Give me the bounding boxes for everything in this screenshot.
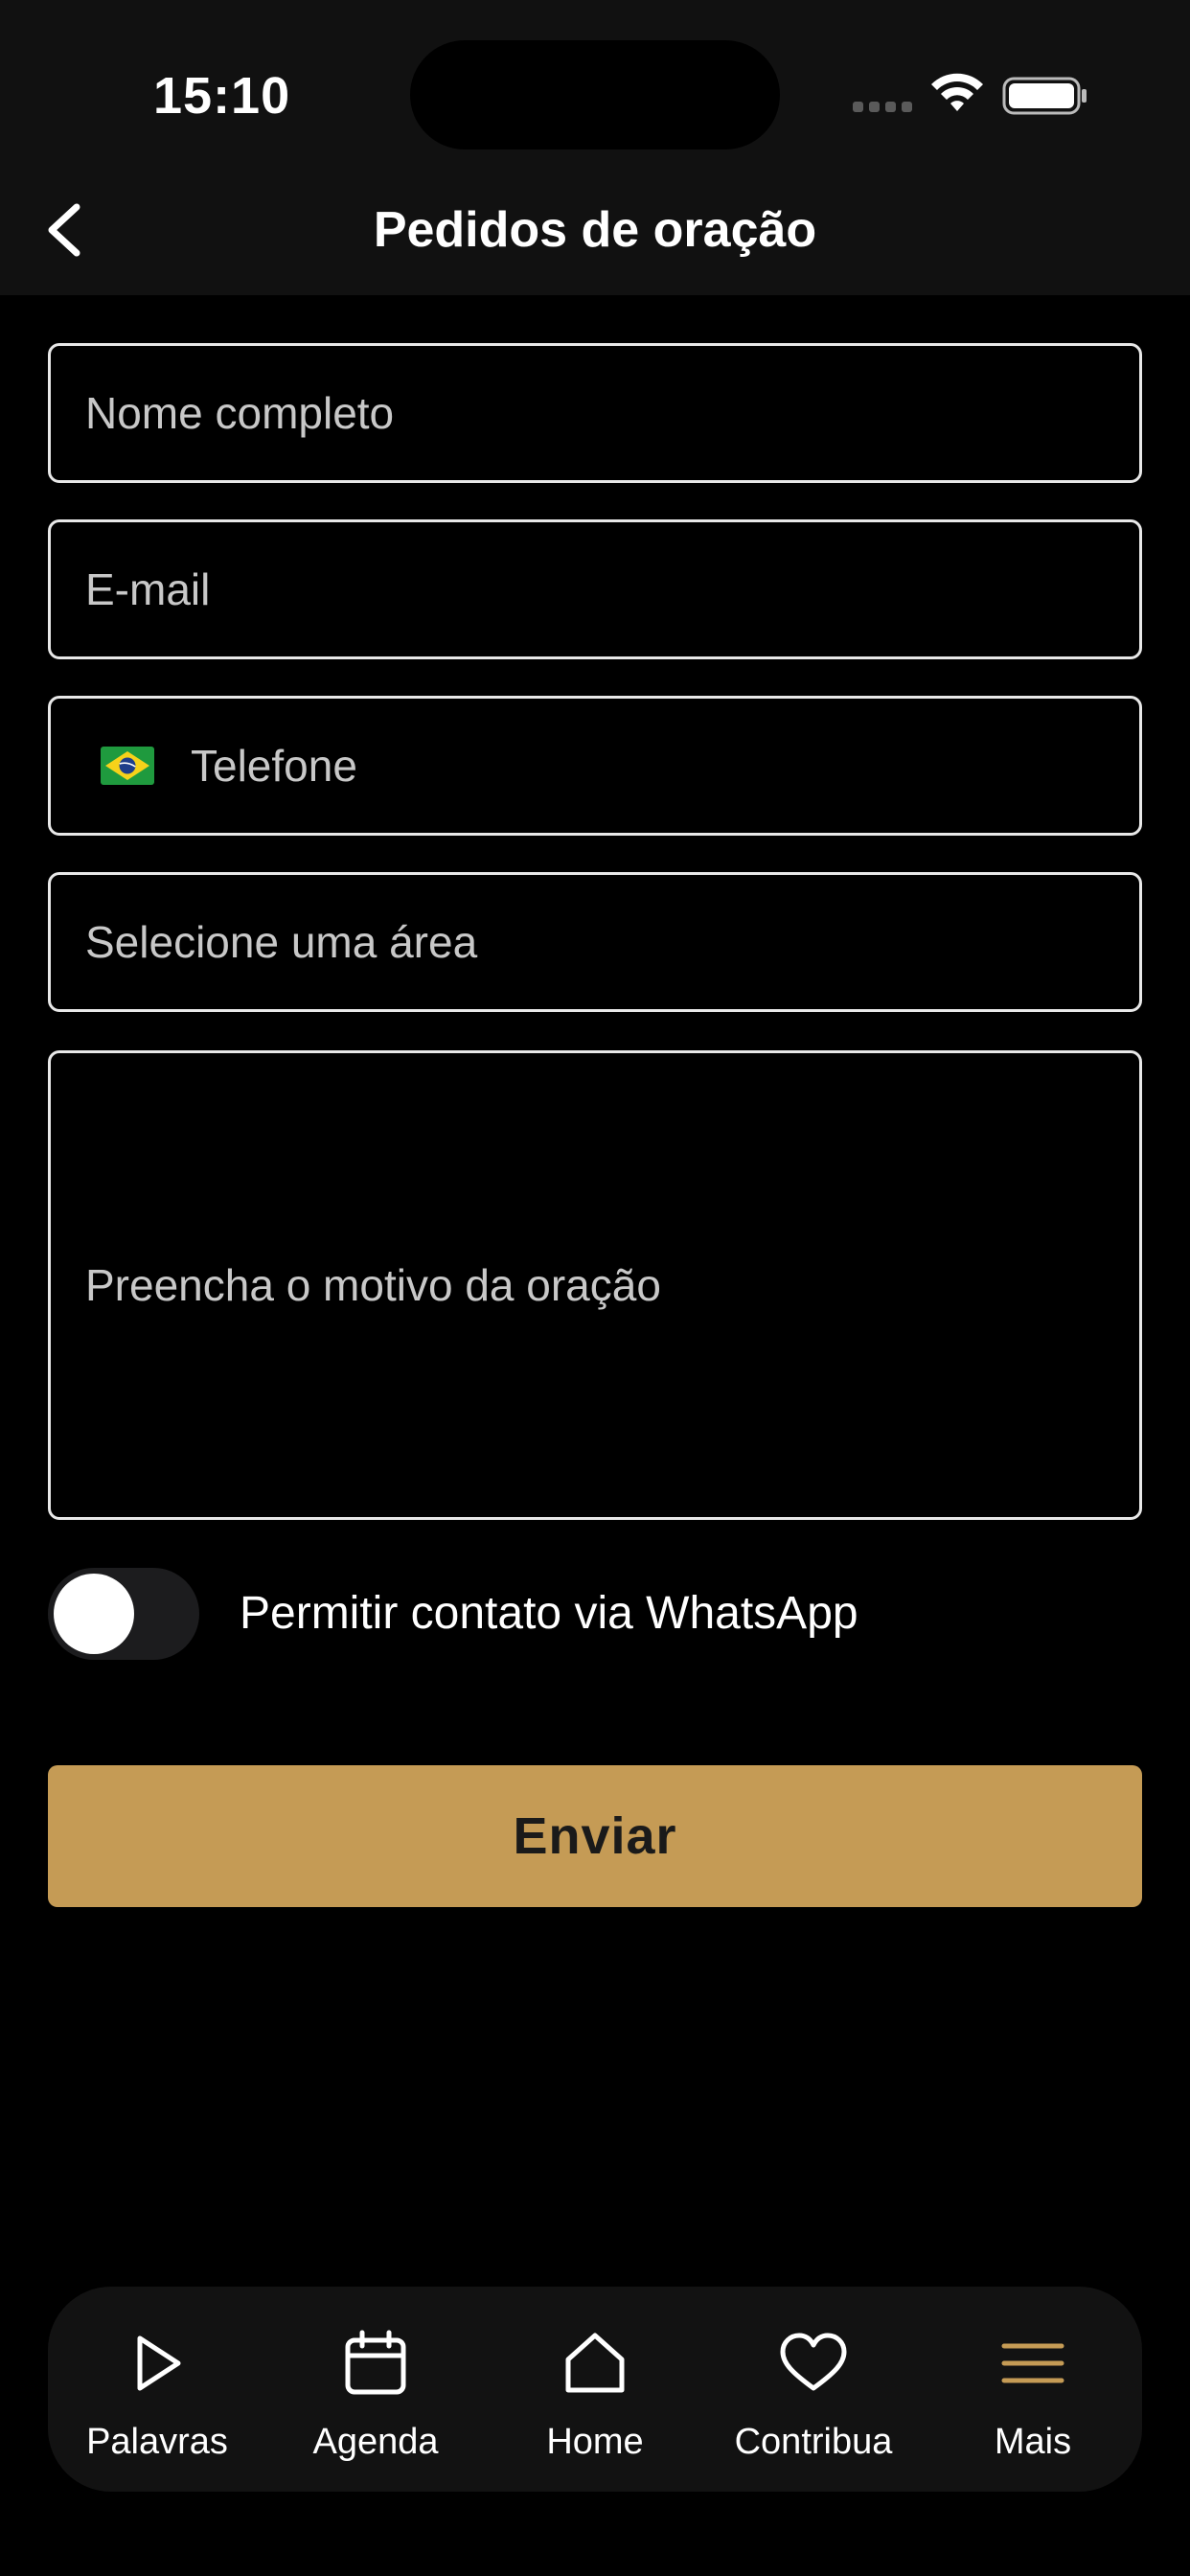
tab-label: Agenda [312,2422,439,2462]
status-time: 15:10 [153,67,291,125]
phone-placeholder: Telefone [191,741,357,791]
tab-bar: Palavras Agenda Home Contribua Mais [48,2287,1142,2492]
page-title: Pedidos de oração [373,202,817,258]
tab-label: Mais [994,2422,1072,2462]
tab-mais[interactable]: Mais [924,2287,1142,2492]
brazil-flag-icon[interactable] [101,747,154,785]
cellular-signal-icon [853,102,914,115]
name-field[interactable]: Nome completo [48,343,1142,483]
name-placeholder: Nome completo [85,388,395,438]
dynamic-island [410,40,780,150]
reason-textarea[interactable]: Preencha o motivo da oração [48,1050,1142,1520]
tab-home[interactable]: Home [486,2287,704,2492]
tab-agenda[interactable]: Agenda [266,2287,485,2492]
area-select[interactable]: Selecione uma área [48,872,1142,1012]
email-placeholder: E-mail [85,564,211,614]
play-icon [137,2335,181,2391]
menu-icon [1001,2343,1064,2383]
heart-icon [780,2333,847,2391]
calendar-icon [345,2330,406,2395]
tab-palavras[interactable]: Palavras [48,2287,266,2492]
home-icon [565,2333,625,2393]
tab-label: Contribua [734,2422,893,2462]
battery-icon [1002,77,1087,115]
top-bar: 15:10 Pedidos de oração [0,0,1190,295]
whatsapp-toggle-label: Permitir contato via WhatsApp [240,1588,858,1639]
tab-contribua[interactable]: Contribua [704,2287,923,2492]
tab-label: Palavras [86,2422,228,2462]
phone-field[interactable]: Telefone [48,696,1142,836]
area-placeholder: Selecione uma área [85,917,478,967]
toggle-knob [54,1574,134,1654]
reason-placeholder: Preencha o motivo da oração [85,1260,661,1310]
tab-label: Home [546,2422,644,2462]
submit-button[interactable]: Enviar [48,1765,1142,1907]
email-field[interactable]: E-mail [48,519,1142,659]
wifi-icon [931,73,983,111]
whatsapp-toggle[interactable] [48,1568,199,1660]
